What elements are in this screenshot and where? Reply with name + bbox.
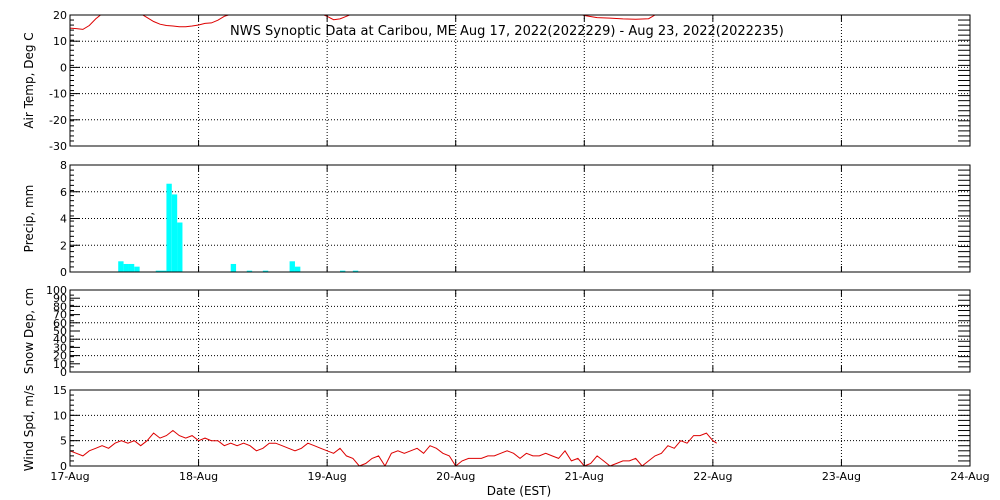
panel-3: 0204060801001030507090Snow Dep, cm <box>22 284 971 379</box>
y-tick-label: -10 <box>49 88 67 101</box>
y-tick-label: 5 <box>60 435 67 448</box>
precip-bar <box>177 222 183 272</box>
precip-bar <box>123 263 129 272</box>
precip-bar <box>166 183 172 272</box>
y-tick-label: -20 <box>49 114 67 127</box>
y-tick-label: 0 <box>60 266 67 279</box>
panel-frame <box>69 389 971 467</box>
precip-bar <box>118 261 124 272</box>
y-axis-title: Air Temp, Deg C <box>22 32 36 128</box>
precip-bar <box>230 263 237 272</box>
y-tick-label: 20 <box>53 9 67 22</box>
y-tick-label: 6 <box>60 186 67 199</box>
plot-area <box>70 165 970 272</box>
plot-area <box>70 390 970 466</box>
x-tick-label: 19-Aug <box>308 470 347 483</box>
y-tick-label: 10 <box>53 409 67 422</box>
y-tick-label: 30 <box>53 341 67 354</box>
y-tick-label: -30 <box>49 140 67 153</box>
panel-4: 051015Wind Spd, m/s17-Aug 18-Aug 19-Aug 20-… <box>22 384 990 483</box>
chart-title: NWS Synoptic Data at Caribou, ME Aug 17,… <box>230 24 784 39</box>
precip-bar <box>128 263 135 272</box>
x-tick-label: 24-Aug <box>950 470 989 483</box>
nws-synoptic-chart: -30 -20 -10 0 10 20 Air Temp, Deg C 0 2 4 6 8 Precip… <box>22 9 990 498</box>
precip-bar <box>295 266 301 272</box>
y-tick-label: 90 <box>53 292 67 305</box>
x-tick-label: 17-Aug <box>50 470 89 483</box>
y-tick-label: 8 <box>60 159 67 172</box>
y-tick-label: 50 <box>53 325 67 338</box>
plot-area <box>70 290 970 372</box>
x-tick-label: 21-Aug <box>565 470 604 483</box>
panel-frame <box>69 289 971 373</box>
series-line <box>70 429 717 466</box>
y-tick-label: 10 <box>53 358 67 371</box>
y-tick-label: 70 <box>53 309 67 322</box>
x-tick-label: 22-Aug <box>693 470 732 483</box>
x-tick-label: 23-Aug <box>822 470 861 483</box>
precip-bar <box>171 194 178 272</box>
y-tick-label: 15 <box>53 384 67 397</box>
x-tick-label: 18-Aug <box>179 470 218 483</box>
y-tick-label: 10 <box>53 35 67 48</box>
y-axis-title: Wind Spd, m/s <box>22 385 36 471</box>
panel-2: 0 2 4 6 8 Precip, mm <box>22 159 971 279</box>
y-tick-label: 2 <box>60 239 67 252</box>
series-line <box>70 15 231 30</box>
y-tick-label: 4 <box>60 213 67 226</box>
x-axis-title: Date (EST) <box>487 484 551 498</box>
y-tick-label: 0 <box>60 61 67 74</box>
y-axis-title: Precip, mm <box>22 185 36 253</box>
x-tick-label: 20-Aug <box>436 470 475 483</box>
precip-bar <box>134 266 140 272</box>
y-axis-title: Snow Dep, cm <box>22 288 36 374</box>
precip-bar <box>289 261 295 272</box>
